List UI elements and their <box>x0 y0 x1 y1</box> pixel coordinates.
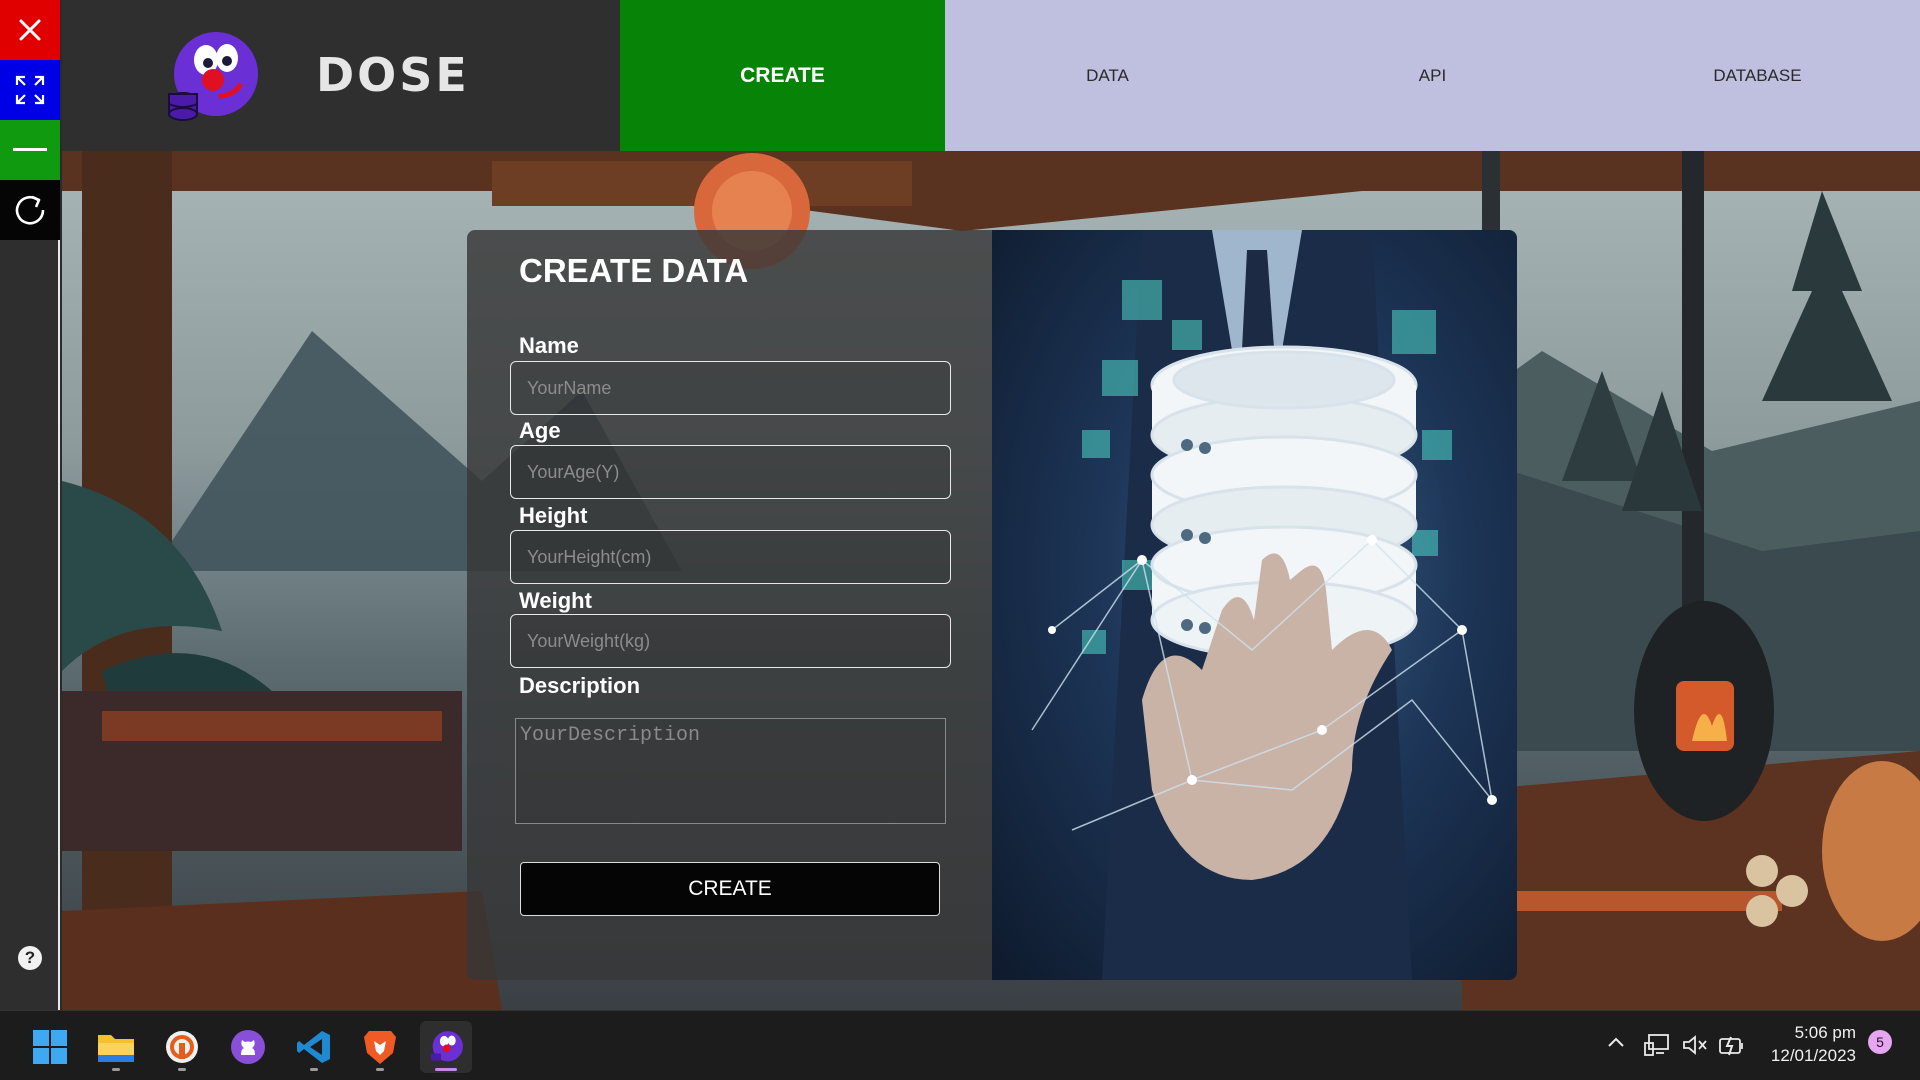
weight-input[interactable] <box>510 614 951 668</box>
clown-mascot-icon <box>168 32 258 121</box>
brave-browser-icon <box>364 1031 396 1064</box>
minus-icon <box>13 148 47 151</box>
name-label: Name <box>519 333 579 358</box>
vscode-button[interactable] <box>288 1021 340 1073</box>
brave-browser-button[interactable] <box>354 1021 406 1073</box>
hero-image <box>992 230 1517 980</box>
file-explorer-icon <box>98 1035 134 1062</box>
taskbar: 5:06 pm 12/01/2023 <box>0 1010 1920 1080</box>
windows-start-button[interactable] <box>24 1021 76 1073</box>
windows-start-icon <box>33 1030 67 1064</box>
create-button[interactable]: CREATE <box>520 862 940 916</box>
ubuntu-app-icon <box>166 1031 198 1063</box>
nav-tab-create[interactable]: CREATE <box>620 0 945 151</box>
main-nav: CREATE DATA API DATABASE <box>620 0 1920 151</box>
notification-badge[interactable]: 5 <box>1868 1030 1892 1054</box>
ubuntu-app-button[interactable] <box>156 1021 208 1073</box>
dose-app-icon <box>430 1031 463 1062</box>
running-indicator <box>376 1068 384 1071</box>
chevron-up-icon[interactable] <box>1606 1033 1626 1053</box>
nav-tab-database[interactable]: DATABASE <box>1595 0 1920 151</box>
minimize-button[interactable] <box>0 120 60 180</box>
dose-app-button[interactable] <box>420 1021 472 1073</box>
active-indicator <box>435 1068 457 1071</box>
clock-time: 5:06 pm <box>1794 1023 1856 1042</box>
age-label: Age <box>519 418 561 443</box>
volume-muted-icon[interactable] <box>1682 1033 1708 1057</box>
form-title: CREATE DATA <box>519 252 749 289</box>
running-indicator <box>178 1068 186 1071</box>
close-button[interactable] <box>0 0 60 60</box>
battery-charging-icon[interactable] <box>1718 1033 1746 1057</box>
running-indicator <box>112 1068 120 1071</box>
create-data-form: CREATE DATA Name Age Height Weight Descr… <box>467 230 992 980</box>
reload-button[interactable] <box>0 180 60 240</box>
nav-tab-api[interactable]: API <box>1270 0 1595 151</box>
brand-name: DOSE <box>316 48 470 102</box>
help-button[interactable]: ? <box>18 946 42 970</box>
network-icon[interactable] <box>1644 1033 1670 1057</box>
refresh-icon <box>15 195 45 225</box>
weight-label: Weight <box>519 588 592 613</box>
running-indicator <box>310 1068 318 1071</box>
system-clock[interactable]: 5:06 pm 12/01/2023 <box>1752 1021 1856 1067</box>
brand: DOSE <box>62 0 620 151</box>
height-input[interactable] <box>510 530 951 584</box>
nav-tab-data[interactable]: DATA <box>945 0 1270 151</box>
maximize-button[interactable] <box>0 60 60 120</box>
vscode-icon <box>297 1031 330 1063</box>
clock-date: 12/01/2023 <box>1770 1046 1856 1065</box>
file-explorer-button[interactable] <box>90 1021 142 1073</box>
window-control-strip: ? <box>0 0 60 1010</box>
close-icon <box>19 19 41 41</box>
database-in-hand-icon <box>1031 230 1497 980</box>
description-textarea[interactable] <box>515 718 946 824</box>
github-icon <box>231 1030 265 1064</box>
description-label: Description <box>519 673 641 698</box>
name-input[interactable] <box>510 361 951 415</box>
github-button[interactable] <box>222 1021 274 1073</box>
age-input[interactable] <box>510 445 951 499</box>
expand-arrows-icon <box>15 75 45 105</box>
app-header: DOSE CREATE DATA API DATABASE <box>62 0 1920 151</box>
height-label: Height <box>519 503 588 528</box>
